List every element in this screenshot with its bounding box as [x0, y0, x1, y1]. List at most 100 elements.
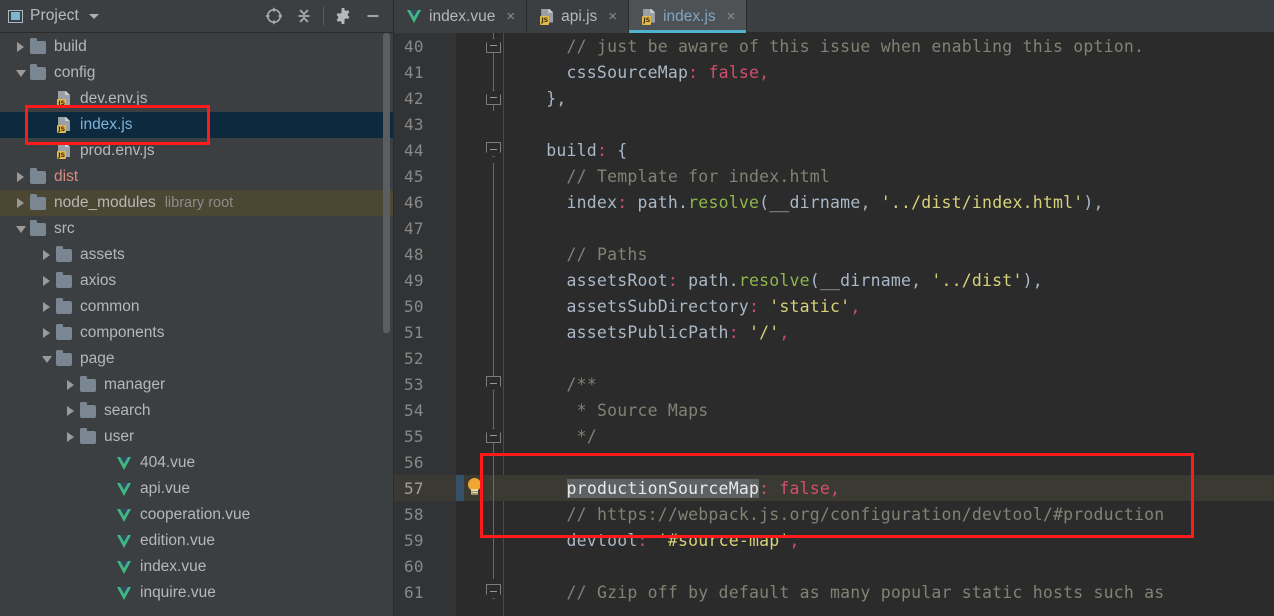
tree-item-api-vue[interactable]: api.vue [0, 476, 394, 502]
code-text[interactable]: // Gzip off by default as many popular s… [504, 583, 1165, 602]
expand-arrow-icon[interactable] [40, 268, 53, 294]
editor-tab-api-js[interactable]: JS api.js × [527, 0, 630, 33]
tree-item-axios[interactable]: axios [0, 268, 394, 294]
code-text[interactable]: // Paths [504, 245, 648, 264]
code-text[interactable]: // Template for index.html [504, 167, 830, 186]
expand-arrow-icon[interactable] [64, 398, 77, 424]
close-icon[interactable]: × [506, 9, 515, 24]
code-line[interactable]: 45 // Template for index.html [394, 163, 1274, 189]
code-line[interactable]: 42 }, [394, 85, 1274, 111]
tree-item-404-vue[interactable]: 404.vue [0, 450, 394, 476]
tree-item-config[interactable]: config [0, 60, 394, 86]
code-line[interactable]: 44 build: { [394, 137, 1274, 163]
code-line[interactable]: 40 // just be aware of this issue when e… [394, 33, 1274, 59]
code-text[interactable]: build: { [504, 141, 627, 160]
code-line[interactable]: 41 cssSourceMap: false, [394, 59, 1274, 85]
tree-item-page[interactable]: page [0, 346, 394, 372]
close-icon[interactable]: × [727, 9, 736, 24]
tree-item-components[interactable]: components [0, 320, 394, 346]
tree-item-dev-env-js[interactable]: JS dev.env.js [0, 86, 394, 112]
project-panel-scrollbar[interactable] [383, 33, 390, 333]
line-number: 51 [404, 322, 424, 342]
code-line[interactable]: 43 [394, 111, 1274, 137]
tree-item-manager[interactable]: manager [0, 372, 394, 398]
expand-arrow-icon[interactable] [64, 424, 77, 450]
scroll-from-source-icon[interactable] [259, 2, 289, 30]
code-text[interactable]: assetsRoot: path.resolve(__dirname, '../… [504, 271, 1043, 290]
expand-arrow-icon[interactable] [40, 320, 53, 346]
tree-item-src[interactable]: src [0, 216, 394, 242]
tree-item-user[interactable]: user [0, 424, 394, 450]
code-fold-toggle[interactable] [482, 33, 504, 59]
intention-bulb-icon[interactable] [456, 475, 482, 501]
collapse-all-icon[interactable] [289, 2, 319, 30]
collapse-arrow-icon[interactable] [14, 216, 27, 242]
vue-file-icon [113, 482, 135, 496]
editor-tab-index-js[interactable]: JS index.js × [629, 0, 748, 33]
code-text[interactable]: devtool: '#source-map', [504, 531, 800, 550]
code-text[interactable]: // https://webpack.js.org/configuration/… [504, 505, 1165, 524]
code-text[interactable]: productionSourceMap: false, [504, 478, 840, 498]
editor-tab-index-vue[interactable]: index.vue × [394, 0, 528, 33]
code-fold-toggle[interactable] [482, 579, 504, 605]
code-text[interactable]: assetsPublicPath: '/', [504, 323, 790, 342]
code-editor[interactable]: 40 // just be aware of this issue when e… [394, 33, 1274, 616]
code-text[interactable]: * Source Maps [504, 401, 709, 420]
tree-item-edition-vue[interactable]: edition.vue [0, 528, 394, 554]
expand-arrow-icon[interactable] [40, 294, 53, 320]
code-line[interactable]: 57 productionSourceMap: false, [394, 475, 1274, 501]
tree-item-index-js[interactable]: JS index.js [0, 112, 394, 138]
project-file-tree[interactable]: build config JS dev.env.js JS index.js JS prod.… [0, 33, 394, 616]
code-fold-toggle[interactable] [482, 85, 504, 111]
code-line[interactable]: 59 devtool: '#source-map', [394, 527, 1274, 553]
code-line[interactable]: 52 [394, 345, 1274, 371]
code-line[interactable]: 50 assetsSubDirectory: 'static', [394, 293, 1274, 319]
code-text[interactable]: // just be aware of this issue when enab… [504, 37, 1144, 56]
code-line[interactable]: 55 */ [394, 423, 1274, 449]
minimize-icon[interactable] [358, 2, 388, 30]
code-line[interactable]: 60 [394, 553, 1274, 579]
code-line[interactable]: 53 /** [394, 371, 1274, 397]
close-icon[interactable]: × [608, 9, 617, 24]
tree-item-search[interactable]: search [0, 398, 394, 424]
code-lines[interactable]: 40 // just be aware of this issue when e… [394, 33, 1274, 605]
tree-item-assets[interactable]: assets [0, 242, 394, 268]
expand-arrow-icon[interactable] [64, 372, 77, 398]
code-fold-toggle[interactable] [482, 137, 504, 163]
tree-item-dist[interactable]: dist [0, 164, 394, 190]
tree-item-common[interactable]: common [0, 294, 394, 320]
code-line[interactable]: 54 * Source Maps [394, 397, 1274, 423]
tree-item-build[interactable]: build [0, 34, 394, 60]
code-line[interactable]: 61 // Gzip off by default as many popula… [394, 579, 1274, 605]
tree-item-prod-env-js[interactable]: JS prod.env.js [0, 138, 394, 164]
tree-item-cooperation-vue[interactable]: cooperation.vue [0, 502, 394, 528]
code-text[interactable]: }, [504, 89, 567, 108]
collapse-arrow-icon[interactable] [40, 346, 53, 372]
code-fold-toggle[interactable] [482, 371, 504, 397]
expand-arrow-icon[interactable] [14, 164, 27, 190]
code-line[interactable]: 46 index: path.resolve(__dirname, '../di… [394, 189, 1274, 215]
code-text[interactable]: cssSourceMap: false, [504, 63, 770, 82]
code-line[interactable]: 49 assetsRoot: path.resolve(__dirname, '… [394, 267, 1274, 293]
code-text[interactable]: assetsSubDirectory: 'static', [504, 297, 861, 316]
code-line[interactable]: 56 [394, 449, 1274, 475]
code-line[interactable]: 48 // Paths [394, 241, 1274, 267]
code-line[interactable]: 47 [394, 215, 1274, 241]
tree-item-index-vue[interactable]: index.vue [0, 554, 394, 580]
collapse-arrow-icon[interactable] [14, 60, 27, 86]
tree-item-node_modules[interactable]: node_modules library root [0, 190, 394, 216]
code-text[interactable]: index: path.resolve(__dirname, '../dist/… [504, 193, 1104, 212]
code-text[interactable]: */ [504, 427, 597, 446]
project-panel-title-group[interactable]: Project [8, 7, 99, 25]
code-fold-toggle[interactable] [482, 423, 504, 449]
tree-item-inquire-vue[interactable]: inquire.vue [0, 580, 394, 606]
expand-arrow-icon[interactable] [40, 242, 53, 268]
gear-icon[interactable] [328, 2, 358, 30]
chevron-down-icon[interactable] [88, 13, 99, 19]
expand-arrow-icon[interactable] [14, 190, 27, 216]
code-text[interactable]: /** [504, 375, 597, 394]
code-line[interactable]: 51 assetsPublicPath: '/', [394, 319, 1274, 345]
expand-arrow-icon[interactable] [14, 34, 27, 60]
code-line[interactable]: 58 // https://webpack.js.org/configurati… [394, 501, 1274, 527]
